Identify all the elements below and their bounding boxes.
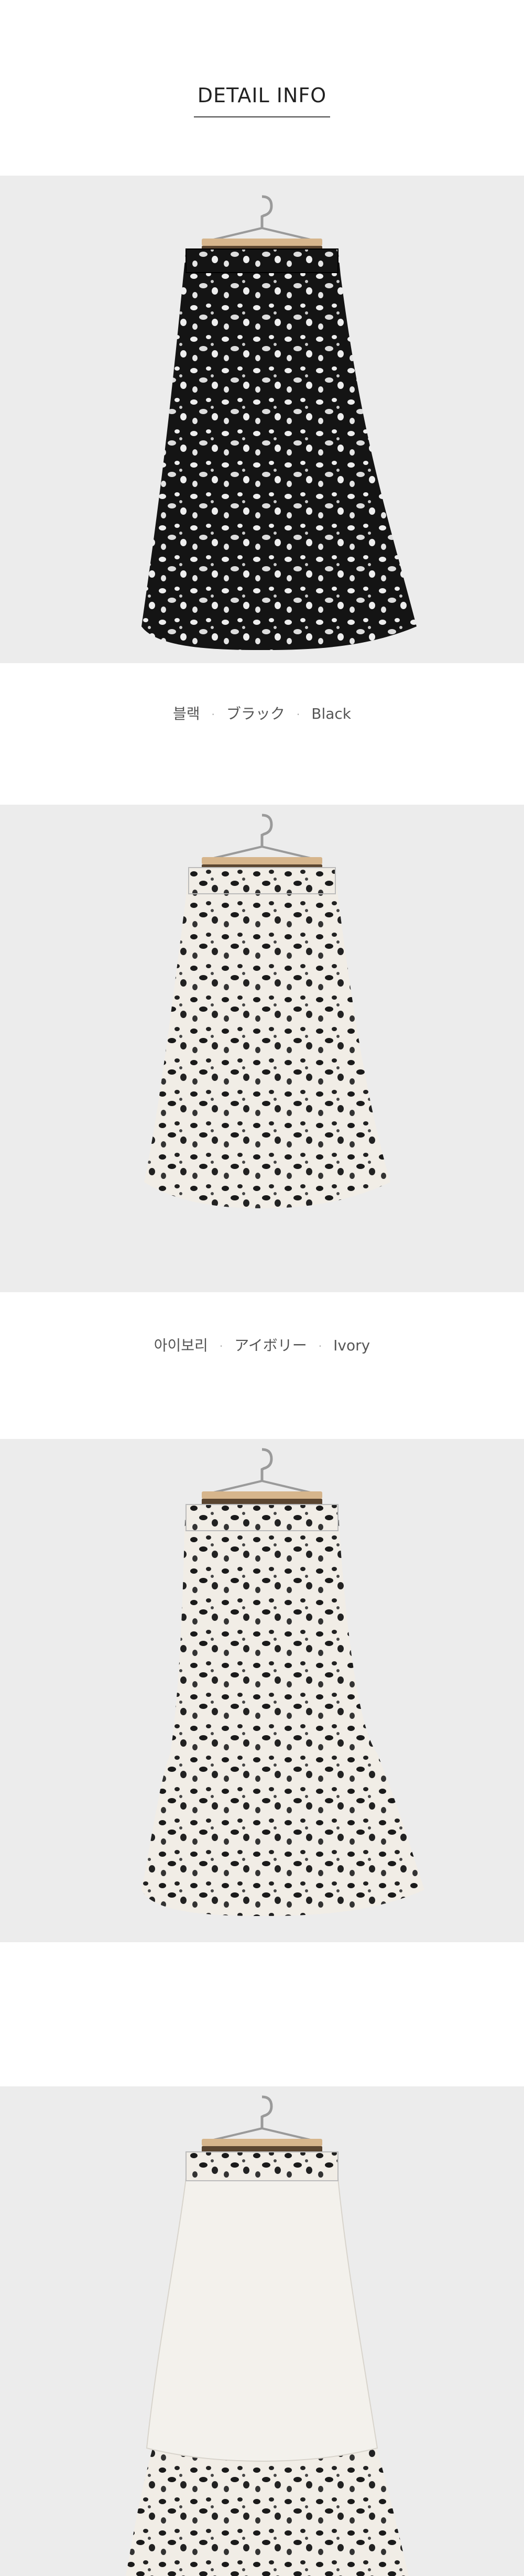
ivory-skirt-photo-2 (0, 1439, 524, 1942)
color-name-english: Black (311, 705, 352, 722)
black-skirt-photo (0, 176, 524, 663)
color-name-japanese: ブラック (226, 705, 285, 722)
ivory-skirt-photo (0, 805, 524, 1292)
separator-dot: · (296, 708, 300, 721)
color-name-japanese: アイボリー (234, 1337, 307, 1354)
page-title: DETAIL INFO (197, 84, 327, 107)
separator-dot: · (211, 708, 215, 721)
color-name-korean: 블랙 (172, 705, 200, 722)
color-name-english: Ivory (333, 1337, 370, 1354)
title-underline (194, 116, 330, 117)
black-color-caption: 블랙 · ブラック · Black (0, 702, 524, 723)
separator-dot: · (219, 1340, 223, 1352)
detail-header: DETAIL INFO (0, 0, 524, 176)
color-name-korean: 아이보리 (154, 1337, 208, 1354)
separator-dot: · (318, 1340, 322, 1352)
ivory-color-caption: 아이보리 · アイボリー · Ivory (0, 1334, 524, 1355)
ivory-skirt-lining-photo (0, 2086, 524, 2576)
